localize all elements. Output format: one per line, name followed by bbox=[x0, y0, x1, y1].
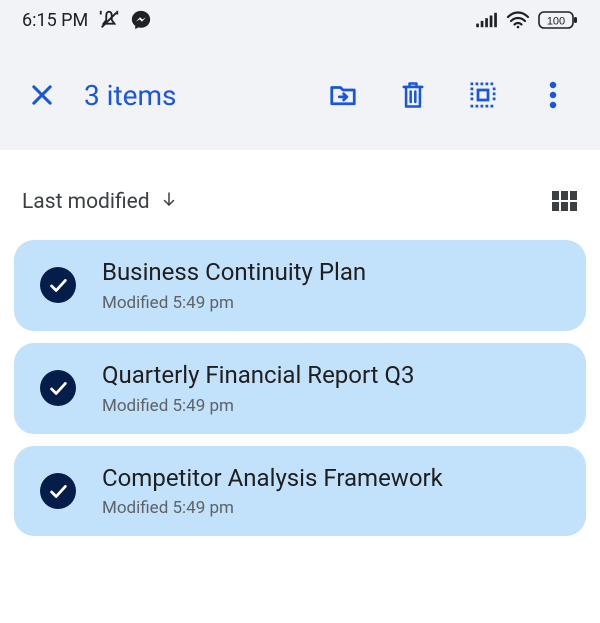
sort-label-text: Last modified bbox=[22, 190, 150, 214]
delete-button[interactable] bbox=[396, 78, 430, 112]
selected-check-icon[interactable] bbox=[40, 267, 76, 303]
selection-count: 3 items bbox=[84, 79, 326, 112]
file-title: Quarterly Financial Report Q3 bbox=[102, 361, 414, 390]
selected-check-icon[interactable] bbox=[40, 473, 76, 509]
select-all-button[interactable] bbox=[466, 78, 500, 112]
file-modified: Modified 5:49 pm bbox=[102, 498, 443, 518]
sort-row: Last modified bbox=[0, 150, 600, 240]
wifi-icon bbox=[506, 11, 530, 29]
status-left: 6:15 PM bbox=[22, 9, 152, 31]
file-list: Business Continuity Plan Modified 5:49 p… bbox=[0, 240, 600, 536]
file-texts: Business Continuity Plan Modified 5:49 p… bbox=[102, 258, 366, 313]
more-options-button[interactable] bbox=[536, 78, 570, 112]
status-right: 100 bbox=[476, 10, 578, 30]
battery-icon: 100 bbox=[538, 10, 578, 30]
sort-button[interactable]: Last modified bbox=[22, 190, 178, 214]
file-modified: Modified 5:49 pm bbox=[102, 396, 414, 416]
selection-toolbar: 3 items bbox=[0, 40, 600, 150]
messenger-icon bbox=[130, 9, 152, 31]
file-texts: Competitor Analysis Framework Modified 5… bbox=[102, 464, 443, 519]
status-time: 6:15 PM bbox=[22, 10, 88, 31]
selection-actions bbox=[326, 78, 570, 112]
file-item[interactable]: Competitor Analysis Framework Modified 5… bbox=[14, 446, 586, 537]
file-texts: Quarterly Financial Report Q3 Modified 5… bbox=[102, 361, 414, 416]
file-modified: Modified 5:49 pm bbox=[102, 293, 366, 313]
battery-text: 100 bbox=[547, 16, 565, 28]
arrow-down-icon bbox=[160, 190, 178, 214]
file-item[interactable]: Quarterly Financial Report Q3 Modified 5… bbox=[14, 343, 586, 434]
grid-view-button[interactable] bbox=[552, 191, 578, 213]
signal-icon bbox=[476, 11, 498, 29]
status-bar: 6:15 PM bbox=[0, 0, 600, 40]
file-title: Competitor Analysis Framework bbox=[102, 464, 443, 493]
move-to-folder-button[interactable] bbox=[326, 78, 360, 112]
file-item[interactable]: Business Continuity Plan Modified 5:49 p… bbox=[14, 240, 586, 331]
close-selection-button[interactable] bbox=[22, 75, 62, 115]
selected-check-icon[interactable] bbox=[40, 370, 76, 406]
file-title: Business Continuity Plan bbox=[102, 258, 366, 287]
mute-icon bbox=[98, 9, 120, 31]
